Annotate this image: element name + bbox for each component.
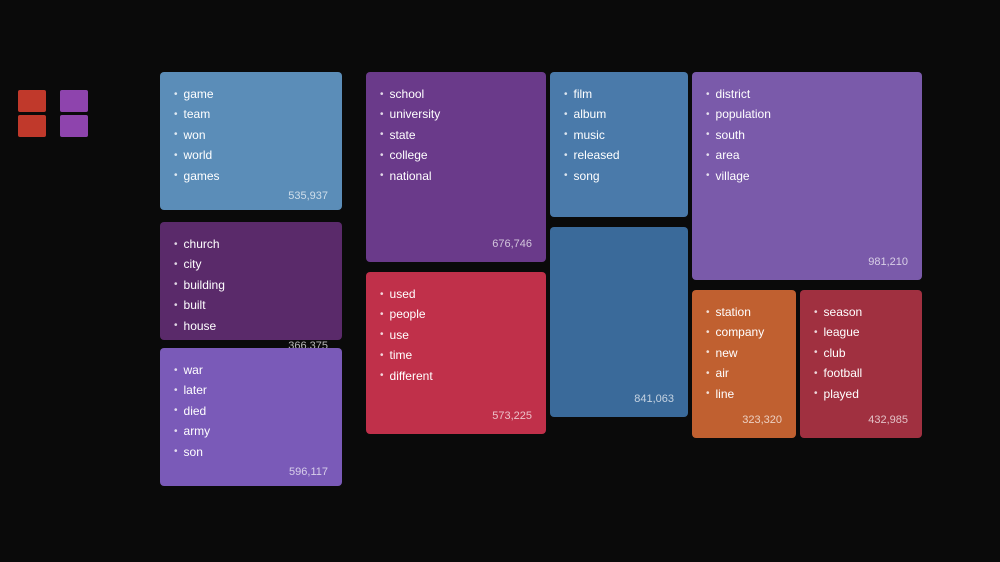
tile-item: population <box>706 104 908 124</box>
tile-items-2: filmalbummusicreleasedsong <box>564 84 674 205</box>
tile-item: church <box>174 234 328 254</box>
tile-item: league <box>814 322 908 342</box>
tile-item: built <box>174 295 328 315</box>
tile-items-0: gameteamwonworldgames <box>174 84 328 186</box>
tile-count-5: 573,225 <box>492 406 532 422</box>
station-tile[interactable]: stationcompanynewairline323,320 <box>692 290 796 438</box>
tile-item: city <box>174 254 328 274</box>
legend-grid <box>18 90 98 137</box>
tile-item: line <box>706 384 782 404</box>
tile-item: district <box>706 84 908 104</box>
tile-items-9: warlaterdiedarmyson <box>174 360 328 462</box>
tile-item: house <box>174 316 328 336</box>
tile-count-8: 432,985 <box>868 410 908 426</box>
tile-item: season <box>814 302 908 322</box>
tile-item: area <box>706 145 908 165</box>
tile-item: later <box>174 380 328 400</box>
tile-items-5: usedpeopleusetimedifferent <box>380 284 532 406</box>
tile-item: film <box>564 84 674 104</box>
legend-cell-4 <box>60 115 88 137</box>
season-tile[interactable]: seasonleagueclubfootballplayed432,985 <box>800 290 922 438</box>
tile-item: south <box>706 125 908 145</box>
tile-item: died <box>174 401 328 421</box>
tile-count-0: 535,937 <box>288 186 328 202</box>
tile-item: album <box>564 104 674 124</box>
tile-count-6: 841,063 <box>634 389 674 405</box>
tile-items-3: districtpopulationsouthareavillage <box>706 84 908 252</box>
tile-item: station <box>706 302 782 322</box>
tile-items-7: stationcompanynewairline <box>706 302 782 410</box>
tile-item: use <box>380 325 532 345</box>
tile-item: war <box>174 360 328 380</box>
tile-item: team <box>174 104 328 124</box>
tile-item: game <box>174 84 328 104</box>
tile-count-9: 596,117 <box>289 462 328 478</box>
tile-item: building <box>174 275 328 295</box>
film-tile[interactable]: filmalbummusicreleasedsong <box>550 72 688 217</box>
film-bottom-tile[interactable]: 841,063 <box>550 227 688 417</box>
tile-item: people <box>380 304 532 324</box>
legend-cell-3 <box>18 115 46 137</box>
tile-item: music <box>564 125 674 145</box>
tile-item: army <box>174 421 328 441</box>
used-tile[interactable]: usedpeopleusetimedifferent573,225 <box>366 272 546 434</box>
tile-item: football <box>814 363 908 383</box>
tile-items-4: churchcitybuildingbuilthouse <box>174 234 328 336</box>
tile-count-1: 676,746 <box>492 234 532 250</box>
tile-item: college <box>380 145 532 165</box>
tile-item: different <box>380 366 532 386</box>
legend-cell-1 <box>18 90 46 112</box>
tile-item: village <box>706 166 908 186</box>
tile-item: time <box>380 345 532 365</box>
tile-item: state <box>380 125 532 145</box>
tile-item: school <box>380 84 532 104</box>
tile-item: new <box>706 343 782 363</box>
tile-item: won <box>174 125 328 145</box>
legend-cell-2 <box>60 90 88 112</box>
tile-item: world <box>174 145 328 165</box>
tile-item: released <box>564 145 674 165</box>
tile-item: played <box>814 384 908 404</box>
tile-item: used <box>380 284 532 304</box>
tile-items-8: seasonleagueclubfootballplayed <box>814 302 908 410</box>
district-tile[interactable]: districtpopulationsouthareavillage981,21… <box>692 72 922 280</box>
church-tile[interactable]: churchcitybuildingbuilthouse366,375 <box>160 222 342 340</box>
tile-items-1: schooluniversitystatecollegenational <box>380 84 532 234</box>
school-tile[interactable]: schooluniversitystatecollegenational676,… <box>366 72 546 262</box>
war-tile[interactable]: warlaterdiedarmyson596,117 <box>160 348 342 486</box>
tile-item: son <box>174 442 328 462</box>
tile-item: university <box>380 104 532 124</box>
game-tile[interactable]: gameteamwonworldgames535,937 <box>160 72 342 210</box>
tile-item: air <box>706 363 782 383</box>
tile-item: games <box>174 166 328 186</box>
tile-item: song <box>564 166 674 186</box>
tile-item: club <box>814 343 908 363</box>
tile-item: company <box>706 322 782 342</box>
tile-count-3: 981,210 <box>868 252 908 268</box>
tile-count-7: 323,320 <box>742 410 782 426</box>
tile-item: national <box>380 166 532 186</box>
